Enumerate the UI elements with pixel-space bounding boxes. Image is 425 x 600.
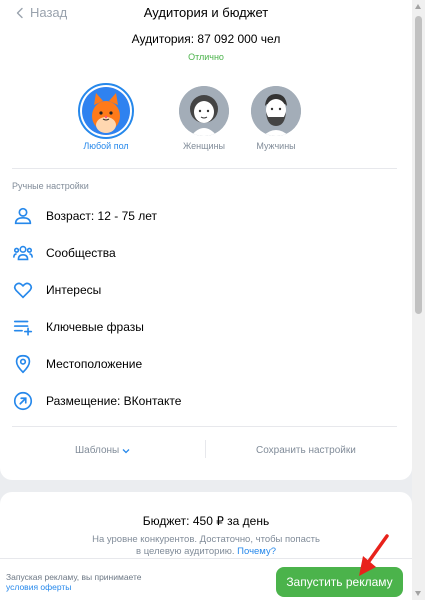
cat-avatar-icon [82, 87, 130, 135]
budget-value[interactable]: Бюджет: 450 ₽ за день [0, 514, 412, 528]
terms-text: Запуская рекламу, вы принимаете [6, 572, 142, 582]
heart-icon [13, 282, 33, 299]
divider [12, 168, 397, 169]
users-icon [13, 245, 33, 261]
gender-option-any[interactable]: Любой пол [76, 83, 136, 151]
header: Назад Аудитория и бюджет [0, 0, 412, 28]
setting-label: Сообщества [46, 246, 116, 260]
setting-keywords[interactable]: Ключевые фразы [12, 315, 144, 339]
setting-label: Местоположение [46, 357, 143, 371]
templates-button[interactable]: Шаблоны [75, 445, 130, 456]
footer-links: Шаблоны Сохранить настройки [0, 440, 412, 460]
gender-label: Любой пол [83, 141, 129, 151]
location-icon [15, 354, 31, 374]
gender-label: Мужчины [256, 141, 296, 151]
divider [205, 440, 206, 458]
terms-link[interactable]: условия оферты [6, 582, 71, 592]
page-title: Аудитория и бюджет [143, 5, 269, 20]
divider [12, 426, 397, 427]
user-icon [14, 207, 32, 225]
save-settings-button[interactable]: Сохранить настройки [256, 445, 356, 456]
scroll-up-arrow-icon[interactable] [415, 4, 421, 9]
man-avatar-icon [251, 86, 301, 136]
section-header: Ручные настройки [12, 181, 89, 191]
setting-interests[interactable]: Интересы [12, 278, 101, 302]
scrollbar[interactable] [412, 0, 425, 600]
setting-communities[interactable]: Сообщества [12, 241, 116, 265]
setting-label: Размещение: ВКонтакте [46, 394, 182, 408]
setting-label: Ключевые фразы [46, 320, 144, 334]
hint-line: На уровне конкурентов. Достаточно, чтобы… [92, 534, 320, 545]
setting-location[interactable]: Местоположение [12, 352, 142, 376]
hint-text: в целевую аудиторию. [136, 546, 235, 557]
setting-placement[interactable]: Размещение: ВКонтакте [12, 389, 181, 413]
gender-label: Женщины [182, 141, 226, 151]
templates-label: Шаблоны [75, 445, 120, 456]
scroll-thumb[interactable] [415, 16, 422, 314]
gender-option-men[interactable]: Мужчины [246, 86, 306, 151]
budget-hint: На уровне конкурентов. Достаточно, чтобы… [0, 534, 412, 558]
bottom-bar: Запуская рекламу, вы принимаете условия … [0, 558, 412, 600]
arrow-up-right-circle-icon [13, 391, 33, 411]
scroll-down-arrow-icon[interactable] [415, 591, 421, 596]
text-add-icon [13, 320, 33, 336]
why-link[interactable]: Почему? [237, 546, 276, 557]
woman-avatar-icon [179, 86, 229, 136]
launch-ad-button[interactable]: Запустить рекламу [276, 567, 403, 597]
setting-label: Интересы [46, 283, 102, 297]
audience-size: Аудитория: 87 092 000 чел [131, 32, 281, 46]
audience-card: Назад Аудитория и бюджет Аудитория: 87 0… [0, 0, 412, 480]
setting-label: Возраст: 12 - 75 лет [46, 209, 158, 223]
chevron-down-icon [122, 448, 130, 453]
terms-notice: Запуская рекламу, вы принимаете условия … [6, 572, 142, 592]
audience-status: Отлично [188, 52, 224, 62]
gender-option-women[interactable]: Женщины [174, 86, 234, 151]
setting-age[interactable]: Возраст: 12 - 75 лет [12, 204, 157, 228]
hint-line-2: в целевую аудиторию. Почему? [0, 546, 412, 558]
